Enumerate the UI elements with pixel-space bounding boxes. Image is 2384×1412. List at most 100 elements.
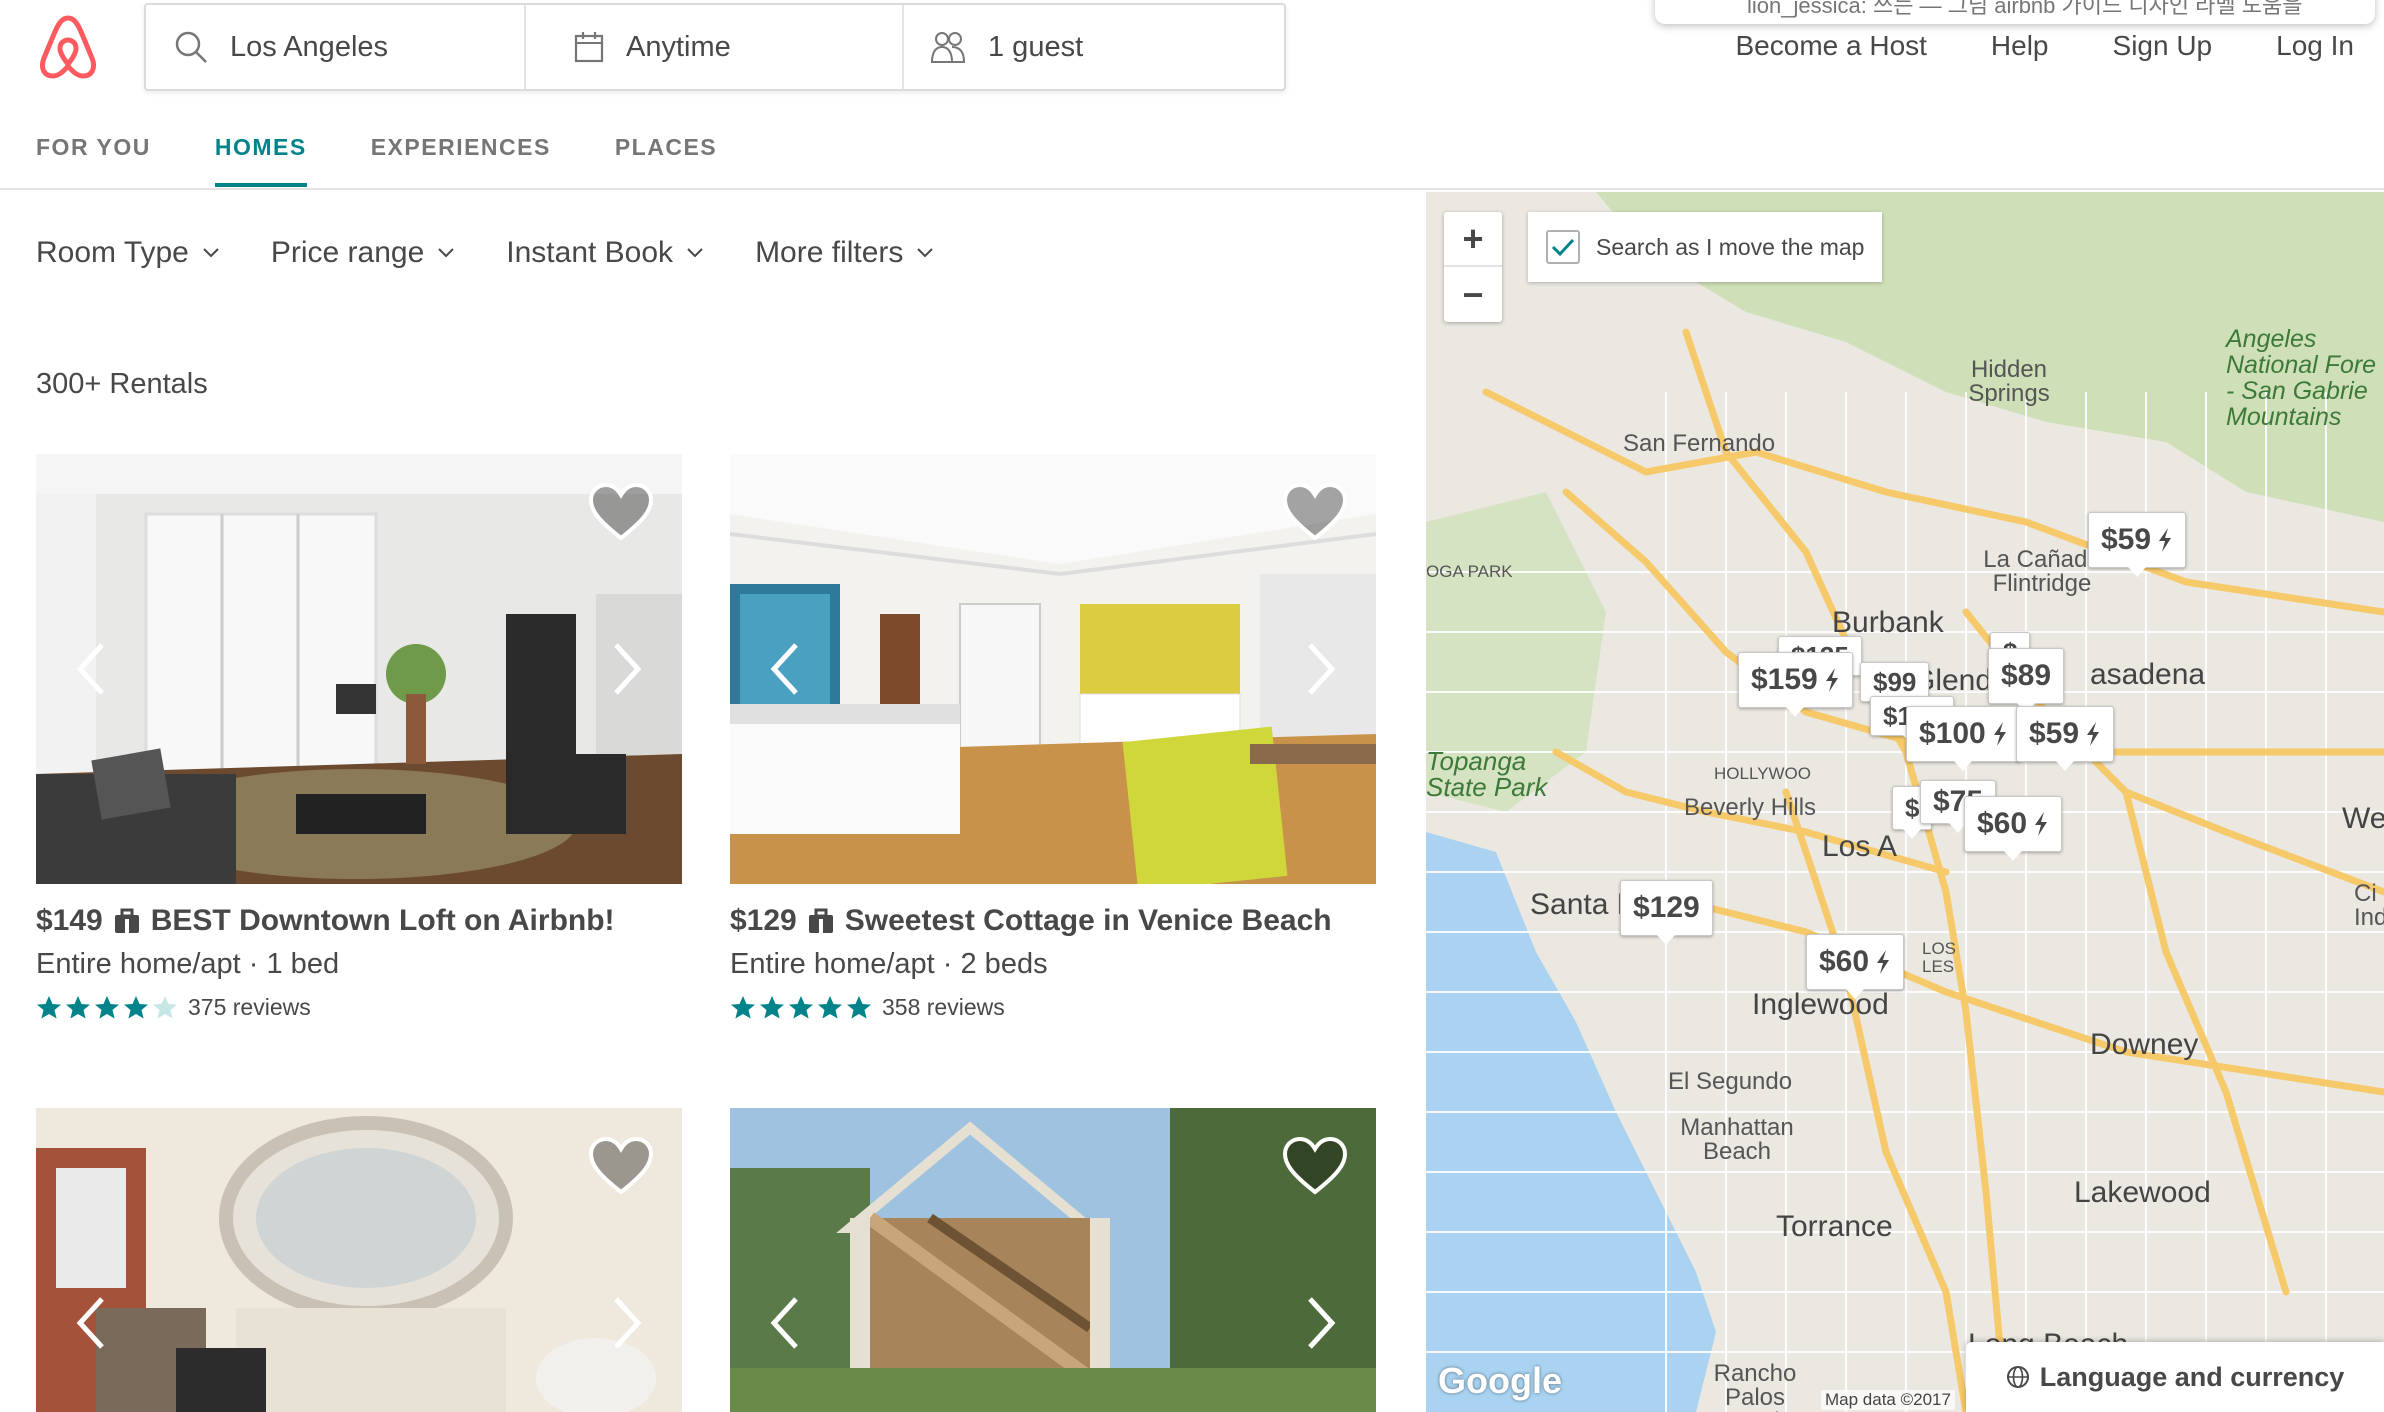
map-label-angeles-forest: Angeles National Fore - San Gabrie Mount…: [2226, 325, 2377, 431]
airbnb-logo-icon[interactable]: [36, 14, 100, 80]
category-tabs: FOR YOU HOMES EXPERIENCES PLACES: [36, 134, 717, 187]
language-currency-button[interactable]: Language and currency: [1966, 1342, 2384, 1412]
checkbox[interactable]: [1546, 230, 1580, 264]
zoom-out-button[interactable]: −: [1444, 267, 1502, 322]
map-label-manhattan-beach: Manhattan Beach: [1680, 1114, 1794, 1165]
chevron-left-icon[interactable]: [76, 1296, 106, 1350]
become-host-link[interactable]: Become a Host: [1736, 30, 1927, 62]
tab-places[interactable]: PLACES: [615, 134, 717, 187]
listing-title-line: $129 Sweetest Cottage in Venice Beach: [730, 904, 1332, 938]
pin-price: $129: [1633, 891, 1700, 924]
header: Los Angeles Anytime 1 guest lion_jessica…: [0, 0, 2384, 190]
listing-card[interactable]: $129 Sweetest Cottage in Venice Beach En…: [730, 454, 1376, 1034]
listing-price: $149: [36, 904, 103, 937]
heart-icon[interactable]: [588, 1136, 654, 1196]
results-count: 300+ Rentals: [36, 368, 208, 400]
more-filters[interactable]: More filters: [755, 236, 934, 270]
listing-details: Entire home/apt · 1 bed: [36, 948, 340, 980]
help-link[interactable]: Help: [1991, 30, 2049, 62]
filter-label: Instant Book: [506, 236, 674, 269]
map-label-burbank: Burbank: [1832, 606, 1944, 639]
map-label-park: OGA PARK: [1426, 562, 1513, 581]
star-rating-icon: [731, 995, 871, 1018]
filter-label: More filters: [755, 236, 904, 269]
log-in-link[interactable]: Log In: [2276, 30, 2354, 62]
chevron-left-icon[interactable]: [770, 1296, 800, 1350]
listing-rating: 358 reviews: [730, 994, 1005, 1021]
price-pin[interactable]: $89: [1988, 648, 2065, 713]
business-briefcase-icon: [114, 908, 139, 933]
dates-field[interactable]: Anytime: [526, 5, 904, 89]
pin-price: $60: [1977, 807, 2028, 840]
search-as-move-label: Search as I move the map: [1596, 233, 1865, 260]
sign-up-link[interactable]: Sign Up: [2113, 30, 2213, 62]
price-pin[interactable]: $100: [1906, 706, 2021, 771]
map-label-beverly-hills: Beverly Hills: [1684, 794, 1817, 821]
price-pin[interactable]: $129: [1620, 880, 1713, 945]
listing-card[interactable]: $149 BEST Downtown Loft on Airbnb! Entir…: [36, 454, 682, 1034]
pin-price: $59: [2101, 523, 2152, 556]
star-rating-icon: [37, 995, 177, 1018]
chevron-left-icon[interactable]: [76, 642, 106, 696]
search-bar[interactable]: Los Angeles Anytime 1 guest: [144, 3, 1286, 91]
listing-photo[interactable]: [730, 454, 1376, 884]
map-label-san-fernando: San Fernando: [1623, 430, 1776, 457]
guests-value: 1 guest: [988, 30, 1084, 63]
map-attribution[interactable]: Map data ©2017: [1821, 1390, 1955, 1410]
instant-book-bolt-icon: [2159, 528, 2172, 552]
heart-icon[interactable]: [1282, 1136, 1348, 1196]
chevron-right-icon[interactable]: [1306, 642, 1336, 696]
listing-photo[interactable]: [36, 454, 682, 884]
price-range-filter[interactable]: Price range: [271, 236, 454, 270]
google-logo: Google: [1438, 1360, 1562, 1401]
pin-price: $159: [1751, 663, 1818, 696]
listing-details: Entire home/apt · 2 beds: [730, 948, 1048, 980]
map-label-inglewood: Inglewood: [1752, 988, 1889, 1021]
calendar-icon: [574, 32, 604, 63]
guests-field[interactable]: 1 guest: [904, 5, 1284, 89]
price-pin[interactable]: $60: [1964, 796, 2063, 861]
tab-homes[interactable]: HOMES: [214, 134, 307, 187]
heart-icon[interactable]: [588, 482, 654, 542]
review-count: 375 reviews: [188, 994, 311, 1020]
listing-photo[interactable]: [730, 1108, 1376, 1412]
map-label-lakewood: Lakewood: [2074, 1176, 2211, 1209]
chevron-down-icon: [917, 248, 934, 258]
instant-book-filter[interactable]: Instant Book: [506, 236, 703, 270]
map-label-hollywood: HOLLYWOO: [1714, 764, 1811, 783]
business-briefcase-icon: [808, 908, 833, 933]
price-pin[interactable]: $59: [2088, 512, 2187, 577]
guests-icon: [930, 32, 966, 63]
chevron-down-icon: [687, 248, 703, 258]
room-type-filter[interactable]: Room Type: [36, 236, 219, 270]
top-nav: Become a Host Help Sign Up Log In: [1736, 30, 2355, 62]
tab-for-you[interactable]: FOR YOU: [36, 134, 151, 187]
map-label-los-angeles-district: LOS LES: [1922, 939, 1957, 976]
listing-title[interactable]: BEST Downtown Loft on Airbnb!: [151, 904, 615, 938]
listing-photo[interactable]: [36, 1108, 682, 1412]
location-field[interactable]: Los Angeles: [146, 5, 526, 89]
price-pin[interactable]: $59: [2016, 706, 2115, 771]
price-pin[interactable]: $60: [1806, 934, 1905, 999]
listing-card[interactable]: [730, 1108, 1376, 1412]
tab-experiences[interactable]: EXPERIENCES: [371, 134, 551, 187]
pin-price: $59: [2029, 717, 2080, 750]
search-as-move-toggle[interactable]: Search as I move the map: [1528, 212, 1883, 282]
filter-label: Room Type: [36, 236, 189, 269]
location-value: Los Angeles: [230, 30, 389, 63]
checkmark-icon: [1551, 238, 1575, 257]
listing-card[interactable]: [36, 1108, 682, 1412]
chevron-right-icon[interactable]: [1306, 1296, 1336, 1350]
listing-title-line: $149 BEST Downtown Loft on Airbnb!: [36, 904, 615, 938]
review-count: 358 reviews: [882, 994, 1005, 1020]
chevron-right-icon[interactable]: [612, 642, 642, 696]
instant-book-bolt-icon: [1877, 950, 1890, 974]
chevron-right-icon[interactable]: [612, 1296, 642, 1350]
zoom-in-button[interactable]: +: [1444, 212, 1502, 267]
listing-title[interactable]: Sweetest Cottage in Venice Beach: [845, 904, 1332, 938]
heart-icon[interactable]: [1282, 482, 1348, 542]
map-label-los-angeles: Los A: [1822, 830, 1898, 863]
map[interactable]: San Fernando OGA PARK Hidden Springs Ang…: [1426, 192, 2384, 1412]
chevron-left-icon[interactable]: [770, 642, 800, 696]
price-pin[interactable]: $159: [1738, 652, 1853, 717]
